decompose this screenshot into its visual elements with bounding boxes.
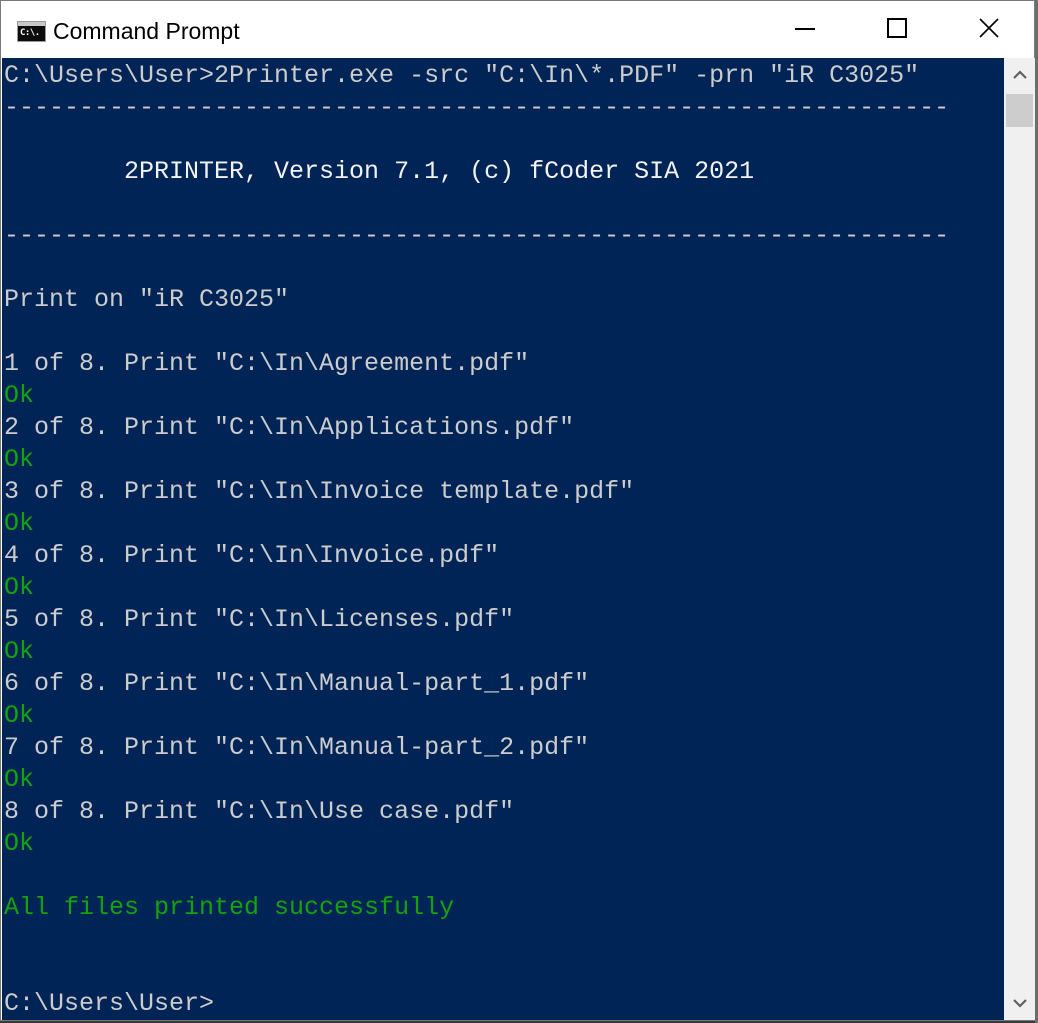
- status-ok-line: Ok: [4, 637, 35, 666]
- status-ok-line: Ok: [4, 573, 35, 602]
- status-ok-line: Ok: [4, 829, 35, 858]
- chevron-up-icon: [1012, 70, 1027, 79]
- chevron-down-icon: [1012, 999, 1027, 1008]
- minimize-icon: [795, 28, 815, 30]
- console-line: Print on "iR C3025": [4, 285, 290, 314]
- console-line: ----------------------------------------…: [4, 221, 950, 250]
- console-line: C:\Users\User>2Printer.exe -src "C:\In\*…: [4, 61, 920, 90]
- console-line: 7 of 8. Print "C:\In\Manual-part_2.pdf": [4, 733, 590, 762]
- console-line: 6 of 8. Print "C:\In\Manual-part_1.pdf": [4, 669, 590, 698]
- status-ok-line: Ok: [4, 765, 35, 794]
- maximize-button[interactable]: [851, 1, 943, 58]
- minimize-button[interactable]: [759, 1, 851, 58]
- status-ok-line: Ok: [4, 381, 35, 410]
- scroll-up-button[interactable]: [1004, 58, 1035, 92]
- close-button[interactable]: [943, 1, 1035, 58]
- success-message-line: All files printed successfully: [4, 893, 455, 922]
- icon-glyph: C:\.: [20, 28, 40, 38]
- console-line: 3 of 8. Print "C:\In\Invoice template.pd…: [4, 477, 635, 506]
- console-line: 8 of 8. Print "C:\In\Use case.pdf": [4, 797, 515, 826]
- scrollbar-thumb[interactable]: [1006, 94, 1033, 127]
- console-line: 1 of 8. Print "C:\In\Agreement.pdf": [4, 349, 530, 378]
- command-prompt-window: C:\. Command Prompt C:\Users\User>2Print…: [0, 0, 1035, 1021]
- console-line: C:\Users\User>: [4, 989, 215, 1018]
- console-line: 2 of 8. Print "C:\In\Applications.pdf": [4, 413, 575, 442]
- status-ok-line: Ok: [4, 701, 35, 730]
- console-line: ----------------------------------------…: [4, 93, 950, 122]
- console-lines: C:\Users\User>2Printer.exe -src "C:\In\*…: [4, 60, 949, 1020]
- console-line: 4 of 8. Print "C:\In\Invoice.pdf": [4, 541, 500, 570]
- console-output-area[interactable]: C:\Users\User>2Printer.exe -src "C:\In\*…: [2, 58, 1004, 1020]
- scroll-down-button[interactable]: [1004, 986, 1035, 1020]
- title-bar[interactable]: C:\. Command Prompt: [1, 1, 1034, 58]
- status-ok-line: Ok: [4, 445, 35, 474]
- console-line: 5 of 8. Print "C:\In\Licenses.pdf": [4, 605, 515, 634]
- status-ok-line: Ok: [4, 509, 35, 538]
- window-title: Command Prompt: [53, 18, 240, 44]
- console-line: 2PRINTER, Version 7.1, (c) fCoder SIA 20…: [4, 157, 755, 186]
- cmd-icon: C:\.: [17, 21, 46, 42]
- maximize-icon: [887, 18, 907, 38]
- icon-titlebar-strip: [18, 22, 45, 26]
- vertical-scrollbar[interactable]: [1004, 58, 1035, 1020]
- close-icon: [979, 18, 999, 38]
